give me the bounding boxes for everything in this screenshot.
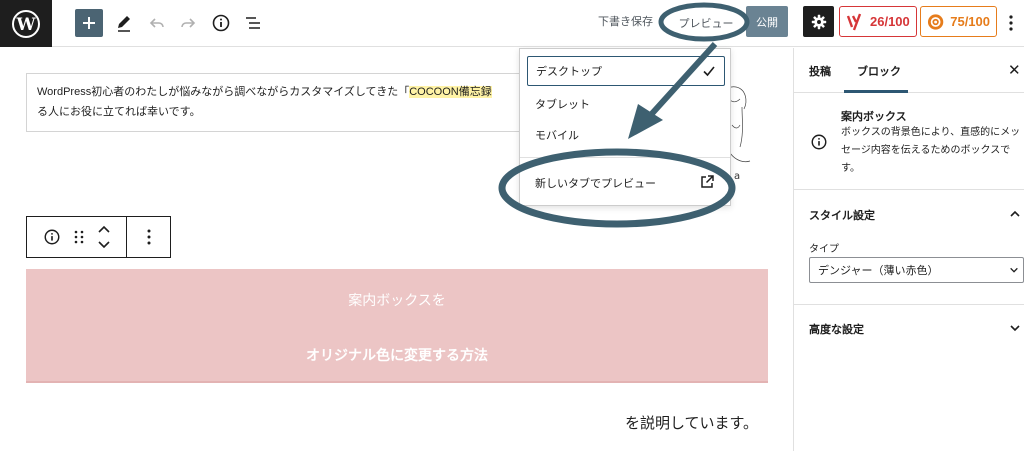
yoast-logo-icon <box>846 13 862 30</box>
seo-score-badge[interactable]: 26/100 <box>839 6 917 37</box>
preview-button[interactable]: プレビュー <box>667 9 745 37</box>
advanced-panel-toggle[interactable]: 高度な設定 <box>809 321 864 337</box>
options-menu-button[interactable] <box>1005 12 1017 34</box>
settings-sidebar: 投稿 ブロック ✕ 案内ボックス ボックスの背景色により、直感的にメッセージ内容… <box>793 48 1024 451</box>
chevron-down-icon[interactable] <box>1009 322 1021 334</box>
tab-post[interactable]: 投稿 <box>809 63 831 79</box>
block-card-description: ボックスの背景色により、直感的にメッセージ内容を伝えるためのボックスです。 <box>841 127 1021 174</box>
preview-mobile-option[interactable]: モバイル <box>527 120 725 150</box>
info-icon[interactable] <box>43 228 61 246</box>
editor-top-bar: W 下書き保存 プレビュー 公開 26/100 75/100 <box>0 0 1024 47</box>
svg-text:W: W <box>15 15 36 35</box>
undo-button[interactable] <box>147 9 167 37</box>
kebab-icon <box>1009 15 1013 31</box>
preview-tablet-label: タブレット <box>535 98 590 111</box>
preview-desktop-option[interactable]: デスクトップ <box>527 56 725 86</box>
readability-score-badge[interactable]: 75/100 <box>920 6 997 37</box>
block-toolbar <box>26 216 171 258</box>
move-up-down-icon[interactable] <box>97 224 111 250</box>
plus-icon <box>83 17 95 29</box>
undo-icon <box>149 18 164 28</box>
seo-score-value: 26/100 <box>870 14 910 29</box>
info-icon <box>212 14 230 32</box>
sketch-letter: a <box>734 171 740 182</box>
settings-button[interactable] <box>803 6 834 37</box>
checkmark-icon <box>703 66 715 77</box>
type-select-value: デンジャー（薄い赤色） <box>818 264 939 277</box>
list-view-button[interactable] <box>242 9 264 37</box>
preview-new-tab-label: 新しいタブでプレビュー <box>535 177 656 190</box>
preview-dropdown: デスクトップ タブレット モバイル 新しいタブでプレビュー <box>519 48 731 206</box>
chevron-up-icon[interactable] <box>1009 208 1021 220</box>
redo-icon <box>181 18 196 28</box>
paragraph-highlight: COCOON備忘録 <box>409 86 492 98</box>
block-card-title: 案内ボックス <box>841 110 907 123</box>
style-panel-toggle[interactable]: スタイル設定 <box>809 207 875 223</box>
paragraph-trailing-text[interactable]: を説明しています。 <box>625 412 758 433</box>
sidebar-tabs: 投稿 ブロック ✕ <box>794 48 1024 93</box>
close-icon[interactable]: ✕ <box>1008 61 1021 79</box>
notice-line-2: オリジナル色に変更する方法 <box>306 347 488 363</box>
type-select[interactable]: デンジャー（薄い赤色） <box>809 257 1024 283</box>
redo-button[interactable] <box>178 9 198 37</box>
sun-gear-icon <box>927 13 944 30</box>
sidebar-divider <box>794 304 1024 305</box>
preview-desktop-label: デスクトップ <box>536 65 602 78</box>
paragraph-text-line2: る人にお役に立てれば幸いです。 <box>37 106 201 118</box>
publish-button[interactable]: 公開 <box>746 6 788 37</box>
tools-button[interactable] <box>114 9 134 37</box>
chevron-down-icon <box>1010 267 1018 273</box>
block-card: 案内ボックス ボックスの背景色により、直感的にメッセージ内容を伝えるためのボック… <box>794 93 1024 190</box>
paragraph-text: WordPress初心者のわたしが悩みながら調べながらカスタマイズしてきた「 <box>37 86 410 98</box>
notice-line-1: 案内ボックスを <box>348 292 446 308</box>
kebab-icon <box>147 229 151 245</box>
preview-new-tab-option[interactable]: 新しいタブでプレビュー <box>527 168 725 198</box>
paragraph-block[interactable]: WordPress初心者のわたしが悩みながら調べながらカスタマイズしてきた「CO… <box>26 73 566 132</box>
readability-score-value: 75/100 <box>950 14 990 29</box>
save-draft-button[interactable]: 下書き保存 <box>598 13 653 29</box>
external-link-icon <box>701 175 714 188</box>
tab-block[interactable]: ブロック <box>857 63 901 79</box>
add-block-button[interactable] <box>75 9 103 37</box>
notice-box-block[interactable]: 案内ボックスを オリジナル色に変更する方法 <box>26 269 768 383</box>
type-label: タイプ <box>809 244 839 255</box>
details-button[interactable] <box>210 9 232 37</box>
list-view-icon <box>246 17 260 29</box>
dropdown-divider <box>520 157 730 158</box>
preview-mobile-label: モバイル <box>535 129 579 142</box>
preview-tablet-option[interactable]: タブレット <box>527 89 725 119</box>
pencil-icon <box>118 16 130 32</box>
wordpress-logo-icon[interactable]: W <box>0 0 52 47</box>
drag-handle-icon[interactable] <box>73 229 85 245</box>
info-icon <box>811 134 827 150</box>
gear-icon <box>811 14 826 29</box>
block-options-button[interactable] <box>126 217 170 257</box>
